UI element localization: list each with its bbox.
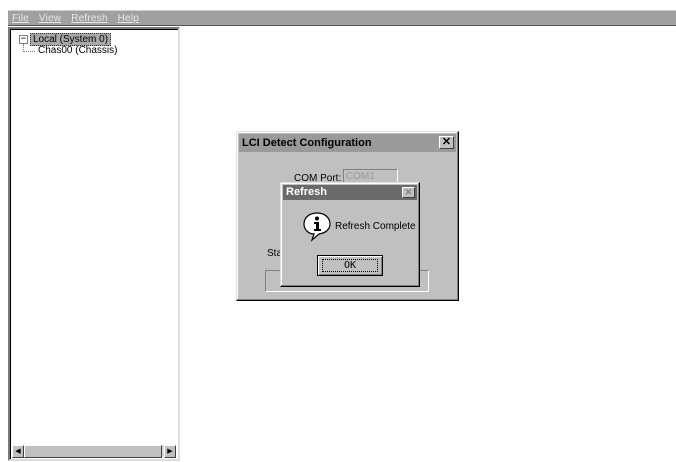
scroll-left-icon[interactable]: ◀ [12, 445, 24, 458]
tree-connector-line [23, 51, 35, 52]
refresh-message: Refresh Complete [335, 221, 416, 232]
lci-dialog-title: LCI Detect Configuration [242, 137, 372, 149]
menu-bar: File View Refresh Help [8, 10, 676, 26]
menu-refresh[interactable]: Refresh [71, 13, 107, 24]
collapse-icon[interactable]: − [19, 35, 28, 44]
scroll-right-icon[interactable]: ▶ [164, 445, 176, 458]
close-icon[interactable]: ✕ [439, 136, 454, 149]
menu-file[interactable]: File [12, 13, 29, 24]
info-icon [303, 212, 331, 242]
ok-button-label: OK [322, 259, 378, 272]
menu-view[interactable]: View [39, 13, 61, 24]
horizontal-scrollbar[interactable]: ◀ ▶ [12, 444, 176, 458]
tree-child-chassis[interactable]: Chas00 (Chassis) [38, 45, 117, 56]
ok-button[interactable]: OK [317, 255, 383, 276]
lci-dialog-titlebar[interactable]: LCI Detect Configuration ✕ [239, 134, 456, 152]
scroll-thumb[interactable] [24, 445, 162, 458]
refresh-dialog: Refresh ✕ Refresh Complete OK [280, 182, 420, 287]
close-icon[interactable]: ✕ [402, 187, 415, 198]
menu-help[interactable]: Help [118, 13, 139, 24]
refresh-dialog-titlebar[interactable]: Refresh ✕ [283, 185, 417, 200]
refresh-dialog-title: Refresh [286, 186, 327, 198]
tree-pane: − Local (System 0) Chas00 (Chassis) ◀ ▶ [8, 27, 180, 461]
